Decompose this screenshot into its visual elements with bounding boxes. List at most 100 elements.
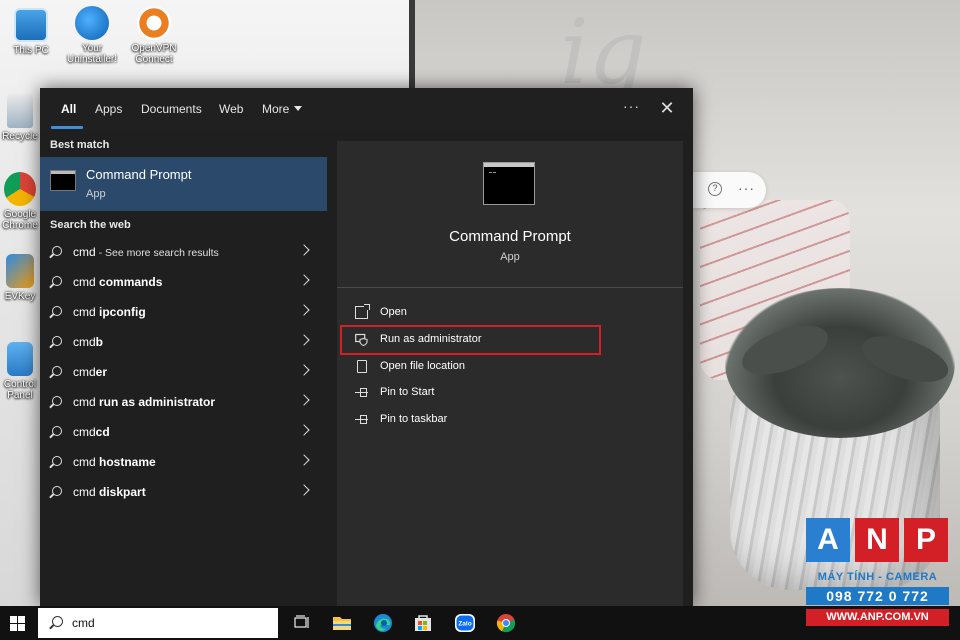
web-result-label: cmd - See more search results <box>73 245 219 259</box>
action-open[interactable]: Open <box>337 301 683 325</box>
watermark-phone: 098 772 0 772 <box>806 587 949 605</box>
active-tab-indicator <box>51 126 83 129</box>
action-label: Run as administrator <box>380 333 482 345</box>
action-label: Pin to Start <box>380 386 435 398</box>
search-input[interactable] <box>72 614 262 632</box>
web-result-label: cmd commands <box>73 275 163 289</box>
open-icon <box>355 304 370 319</box>
web-result-item[interactable]: cmd ipconfig <box>40 297 327 327</box>
task-view-icon[interactable] <box>290 611 314 635</box>
best-match-subtitle: App <box>86 188 106 200</box>
web-result-label: cmder <box>73 365 108 379</box>
web-result-item[interactable]: cmd hostname <box>40 447 327 477</box>
pin-icon <box>355 386 368 399</box>
action-label: Pin to taskbar <box>380 413 448 425</box>
folder-icon <box>357 360 367 373</box>
help-icon: ? <box>708 182 722 196</box>
desktop-icon-recycle-bin[interactable]: Recycle <box>0 94 40 142</box>
web-result-item[interactable]: cmdb <box>40 327 327 357</box>
store-icon[interactable] <box>411 611 435 635</box>
openvpn-icon <box>137 6 171 40</box>
recycle-bin-icon <box>7 94 33 128</box>
preview-subtitle: App <box>500 251 520 263</box>
web-result-item[interactable]: cmd commands <box>40 267 327 297</box>
chrome-icon <box>4 172 36 206</box>
web-result-item[interactable]: cmdcd <box>40 417 327 447</box>
desktop-icon-your-uninstaller[interactable]: Your Uninstaller! <box>62 6 122 65</box>
desktop-icon-this-pc[interactable]: This PC <box>1 8 61 56</box>
control-panel-icon <box>7 342 33 376</box>
tab-web[interactable]: Web <box>219 102 243 118</box>
web-result-label: cmdb <box>73 335 104 349</box>
chevron-right-icon <box>298 274 310 286</box>
web-result-item[interactable]: cmder <box>40 357 327 387</box>
shield-icon <box>355 333 368 347</box>
tab-more-label: More <box>262 102 290 116</box>
windows-logo-icon <box>10 616 17 623</box>
web-result-item[interactable]: cmd diskpart <box>40 477 327 507</box>
chevron-right-icon <box>298 334 310 346</box>
web-result-label: cmd diskpart <box>73 485 146 499</box>
action-pin-to-start[interactable]: Pin to Start <box>337 381 683 405</box>
action-label: Open <box>380 306 407 318</box>
search-icon <box>52 306 62 316</box>
chrome-icon[interactable] <box>494 611 518 635</box>
web-result-label: cmd run as administrator <box>73 395 216 409</box>
preview-title: Command Prompt <box>449 228 571 245</box>
web-result-item[interactable]: cmd - See more search results <box>40 237 327 267</box>
tab-documents[interactable]: Documents <box>141 102 202 118</box>
best-match-item[interactable]: Command Prompt App <box>40 157 327 211</box>
desktop-icon-label: Your Uninstaller! <box>66 43 118 65</box>
action-label: Open file location <box>380 360 465 372</box>
tab-more[interactable]: More <box>262 102 303 118</box>
web-result-item[interactable]: cmd run as administrator <box>40 387 327 417</box>
divider <box>337 287 683 288</box>
desktop-icon-control-panel[interactable]: Control Panel <box>0 342 40 401</box>
search-icon <box>52 616 63 627</box>
chevron-right-icon <box>298 244 310 256</box>
start-button[interactable] <box>10 616 26 632</box>
start-search-panel: All Apps Documents Web More ··· ✕ Best m… <box>40 88 693 606</box>
uninstaller-icon <box>75 6 109 40</box>
edge-icon[interactable] <box>371 611 395 635</box>
file-explorer-icon[interactable] <box>330 611 354 635</box>
tab-all[interactable]: All <box>61 102 76 118</box>
search-icon <box>52 456 62 466</box>
search-icon <box>52 366 62 376</box>
taskbar-search-box[interactable] <box>38 608 278 638</box>
desktop-icon-label: Control Panel <box>3 379 37 401</box>
chevron-right-icon <box>298 364 310 376</box>
desktop-icon-label: EVKey <box>4 291 36 302</box>
desktop-icon-chrome[interactable]: Google Chrome <box>0 172 40 231</box>
evkey-icon <box>6 254 34 288</box>
search-tabs-bar: All Apps Documents Web More ··· ✕ <box>40 88 693 130</box>
close-button[interactable]: ✕ <box>657 98 677 118</box>
search-icon <box>52 396 62 406</box>
zalo-icon[interactable]: Zalo <box>453 611 477 635</box>
ellipsis-icon: ··· <box>738 180 755 196</box>
web-result-label: cmd hostname <box>73 455 156 469</box>
action-run-as-administrator[interactable]: Run as administrator <box>337 328 683 352</box>
chevron-right-icon <box>298 304 310 316</box>
action-pin-to-taskbar[interactable]: Pin to taskbar <box>337 408 683 432</box>
web-result-label: cmdcd <box>73 425 110 439</box>
action-open-file-location[interactable]: Open file location <box>337 355 683 379</box>
desktop-icon-evkey[interactable]: EVKey <box>0 254 40 302</box>
tab-apps[interactable]: Apps <box>95 102 122 118</box>
chevron-right-icon <box>298 424 310 436</box>
search-icon <box>52 486 62 496</box>
command-prompt-icon <box>483 162 535 205</box>
watermark-tagline: MÁY TÍNH - CAMERA <box>817 571 938 583</box>
desktop-icon-openvpn[interactable]: OpenVPN Connect <box>124 6 184 65</box>
svg-text:Zalo: Zalo <box>458 621 471 628</box>
web-result-label: cmd ipconfig <box>73 305 146 319</box>
best-match-heading: Best match <box>50 139 110 151</box>
this-pc-icon <box>14 8 48 42</box>
preview-pane: Command Prompt App Open Run as administr… <box>337 141 683 606</box>
chevron-down-icon <box>294 106 303 111</box>
desktop-icon-label: This PC <box>13 45 49 56</box>
chevron-right-icon <box>298 454 310 466</box>
desktop-icon-label: Recycle <box>2 131 38 142</box>
more-options-button[interactable]: ··· <box>623 98 641 118</box>
watermark-url: WWW.ANP.COM.VN <box>806 609 949 626</box>
